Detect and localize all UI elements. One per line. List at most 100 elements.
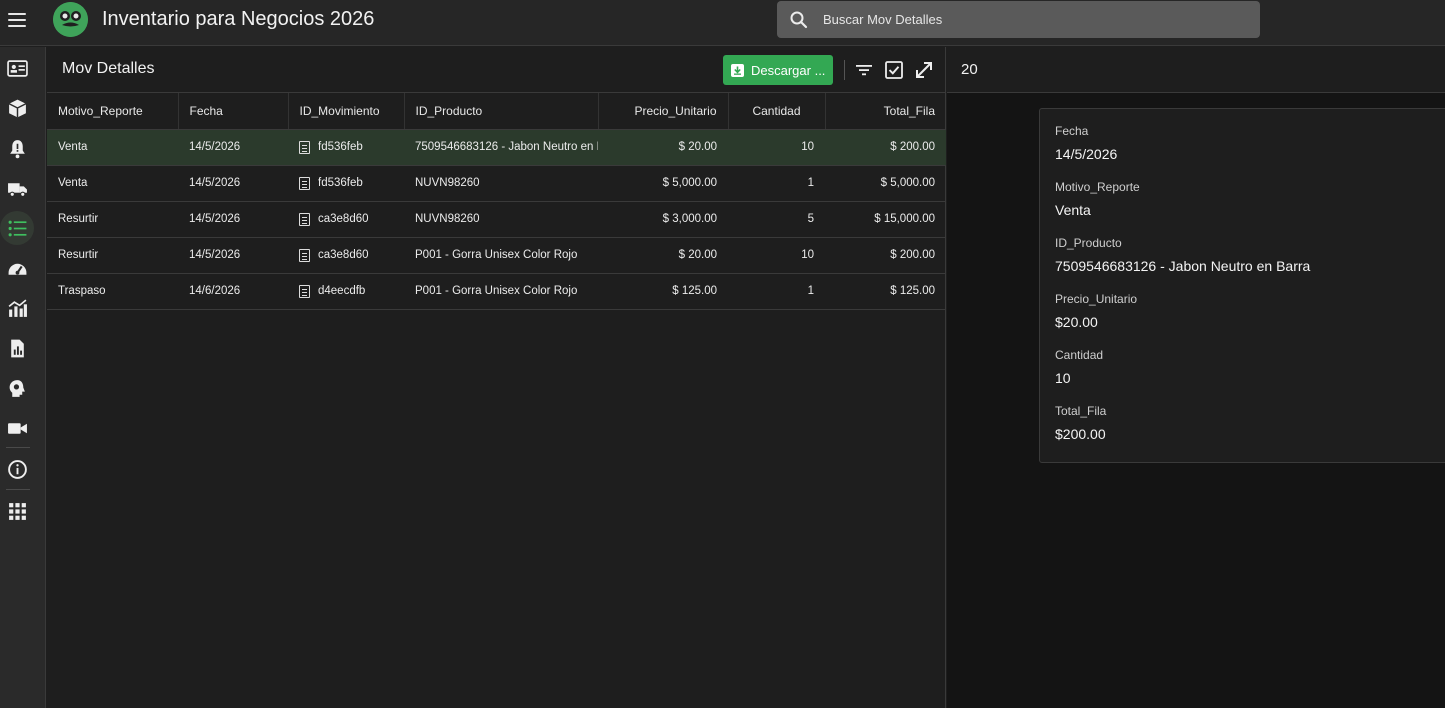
id-movimiento-text: ca3e8d60	[318, 249, 369, 261]
cell-precio: $ 125.00	[598, 273, 728, 310]
cell-precio: $ 20.00	[598, 237, 728, 274]
field-value: Venta	[1055, 202, 1091, 218]
cell-fecha: 14/6/2026	[178, 273, 288, 310]
cell-cantidad: 5	[728, 201, 825, 238]
cell-total: $ 15,000.00	[825, 201, 946, 238]
cell-precio: $ 20.00	[598, 129, 728, 166]
cell-motivo: Resurtir	[47, 237, 178, 274]
list-icon[interactable]	[0, 211, 34, 245]
field-label: Total_Fila	[1055, 404, 1107, 418]
panel-header: Mov Detalles Descargar ...	[47, 47, 946, 93]
detail-pane: 20 Fecha 14/5/2026 Motivo_Reporte Venta …	[947, 47, 1445, 708]
cell-fecha: 14/5/2026	[178, 237, 288, 274]
field-value: 10	[1055, 370, 1071, 386]
chart-icon[interactable]	[0, 291, 34, 325]
cell-id-producto: P001 - Gorra Unisex Color Rojo	[404, 273, 598, 310]
cell-total: $ 125.00	[825, 273, 946, 310]
field-label: ID_Producto	[1055, 236, 1122, 250]
field-value: $20.00	[1055, 314, 1098, 330]
column-header-fecha[interactable]: Fecha	[178, 93, 289, 130]
app-title: Inventario para Negocios 2026	[102, 8, 375, 30]
search-bar[interactable]	[777, 1, 1260, 38]
main-panel: Mov Detalles Descargar ... Motivo_Report…	[47, 47, 946, 708]
video-icon[interactable]	[0, 411, 34, 445]
detail-card: Fecha 14/5/2026 Motivo_Reporte Venta ID_…	[1039, 108, 1445, 463]
cell-motivo: Resurtir	[47, 201, 178, 238]
table-row[interactable]: Venta 14/5/2026 fd536feb 7509546683126 -…	[47, 129, 946, 166]
report-icon[interactable]	[0, 331, 34, 365]
document-icon[interactable]	[299, 176, 310, 190]
app-logo	[53, 2, 88, 37]
cell-id-producto: P001 - Gorra Unisex Color Rojo	[404, 237, 598, 274]
id-movimiento-text: ca3e8d60	[318, 213, 369, 225]
expand-icon[interactable]	[913, 59, 935, 81]
detail-field-producto: ID_Producto 7509546683126 - Jabon Neutro…	[1055, 236, 1310, 274]
field-label: Precio_Unitario	[1055, 292, 1138, 306]
document-icon[interactable]	[299, 212, 310, 226]
truck-icon[interactable]	[0, 171, 34, 205]
cell-fecha: 14/5/2026	[178, 201, 288, 238]
table-header-row: Motivo_Reporte Fecha ID_Movimiento ID_Pr…	[47, 93, 946, 130]
checkbox-select-icon[interactable]	[883, 59, 905, 81]
cell-id-movimiento: ca3e8d60	[288, 201, 404, 238]
field-label: Motivo_Reporte	[1055, 180, 1140, 194]
contact-card-icon[interactable]	[0, 51, 34, 85]
table-row[interactable]: Resurtir 14/5/2026 ca3e8d60 NUVN98260 $ …	[47, 201, 946, 238]
cell-total: $ 200.00	[825, 129, 946, 166]
cell-id-movimiento: fd536feb	[288, 129, 404, 166]
download-button-label: Descargar ...	[751, 62, 826, 78]
detail-field-cantidad: Cantidad 10	[1055, 348, 1103, 386]
column-header-motivo[interactable]: Motivo_Reporte	[47, 93, 179, 130]
top-bar: Inventario para Negocios 2026	[0, 0, 1445, 46]
table-row[interactable]: Venta 14/5/2026 fd536feb NUVN98260 $ 5,0…	[47, 165, 946, 202]
bell-alert-icon[interactable]	[0, 131, 34, 165]
cell-precio: $ 5,000.00	[598, 165, 728, 202]
nav-divider	[6, 447, 30, 448]
cell-id-movimiento: ca3e8d60	[288, 237, 404, 274]
search-input[interactable]	[823, 1, 1243, 38]
column-header-total[interactable]: Total_Fila	[825, 93, 946, 130]
head-idea-icon[interactable]	[0, 371, 34, 405]
detail-field-fecha: Fecha 14/5/2026	[1055, 124, 1117, 162]
panel-title: Mov Detalles	[62, 60, 155, 77]
left-nav	[0, 47, 46, 708]
column-header-cantidad[interactable]: Cantidad	[728, 93, 826, 130]
cell-id-movimiento: fd536feb	[288, 165, 404, 202]
info-icon[interactable]	[0, 452, 34, 486]
field-value: 14/5/2026	[1055, 146, 1118, 162]
search-icon	[790, 11, 808, 29]
cell-cantidad: 1	[728, 273, 825, 310]
cell-total: $ 5,000.00	[825, 165, 946, 202]
cell-fecha: 14/5/2026	[178, 129, 288, 166]
cell-total: $ 200.00	[825, 237, 946, 274]
cell-cantidad: 10	[728, 129, 825, 166]
table-row[interactable]: Resurtir 14/5/2026 ca3e8d60 P001 - Gorra…	[47, 237, 946, 274]
data-table: Motivo_Reporte Fecha ID_Movimiento ID_Pr…	[47, 93, 946, 310]
column-header-id-movimiento[interactable]: ID_Movimiento	[288, 93, 405, 130]
cell-precio: $ 3,000.00	[598, 201, 728, 238]
filter-icon[interactable]	[853, 59, 875, 81]
toolbar-divider	[844, 60, 845, 80]
table-row[interactable]: Traspaso 14/6/2026 d4eecdfb P001 - Gorra…	[47, 273, 946, 310]
field-value: 7509546683126 - Jabon Neutro en Barra	[1055, 258, 1311, 274]
nav-divider	[6, 489, 30, 490]
download-icon	[731, 63, 744, 77]
column-header-precio[interactable]: Precio_Unitario	[598, 93, 729, 130]
detail-header: 20	[947, 47, 1445, 93]
field-value: $200.00	[1055, 426, 1106, 442]
document-icon[interactable]	[299, 248, 310, 262]
detail-field-precio: Precio_Unitario $20.00	[1055, 292, 1137, 330]
speedometer-icon[interactable]	[0, 251, 34, 285]
cell-id-producto: NUVN98260	[404, 165, 598, 202]
document-icon[interactable]	[299, 284, 310, 298]
cell-motivo: Traspaso	[47, 273, 178, 310]
column-header-id-producto[interactable]: ID_Producto	[404, 93, 599, 130]
id-movimiento-text: fd536feb	[318, 177, 363, 189]
apps-grid-icon[interactable]	[0, 494, 34, 528]
document-icon[interactable]	[299, 140, 310, 154]
download-button[interactable]: Descargar ...	[723, 55, 833, 85]
menu-icon[interactable]	[6, 9, 28, 31]
box-icon[interactable]	[0, 91, 34, 125]
cell-fecha: 14/5/2026	[178, 165, 288, 202]
cell-cantidad: 1	[728, 165, 825, 202]
